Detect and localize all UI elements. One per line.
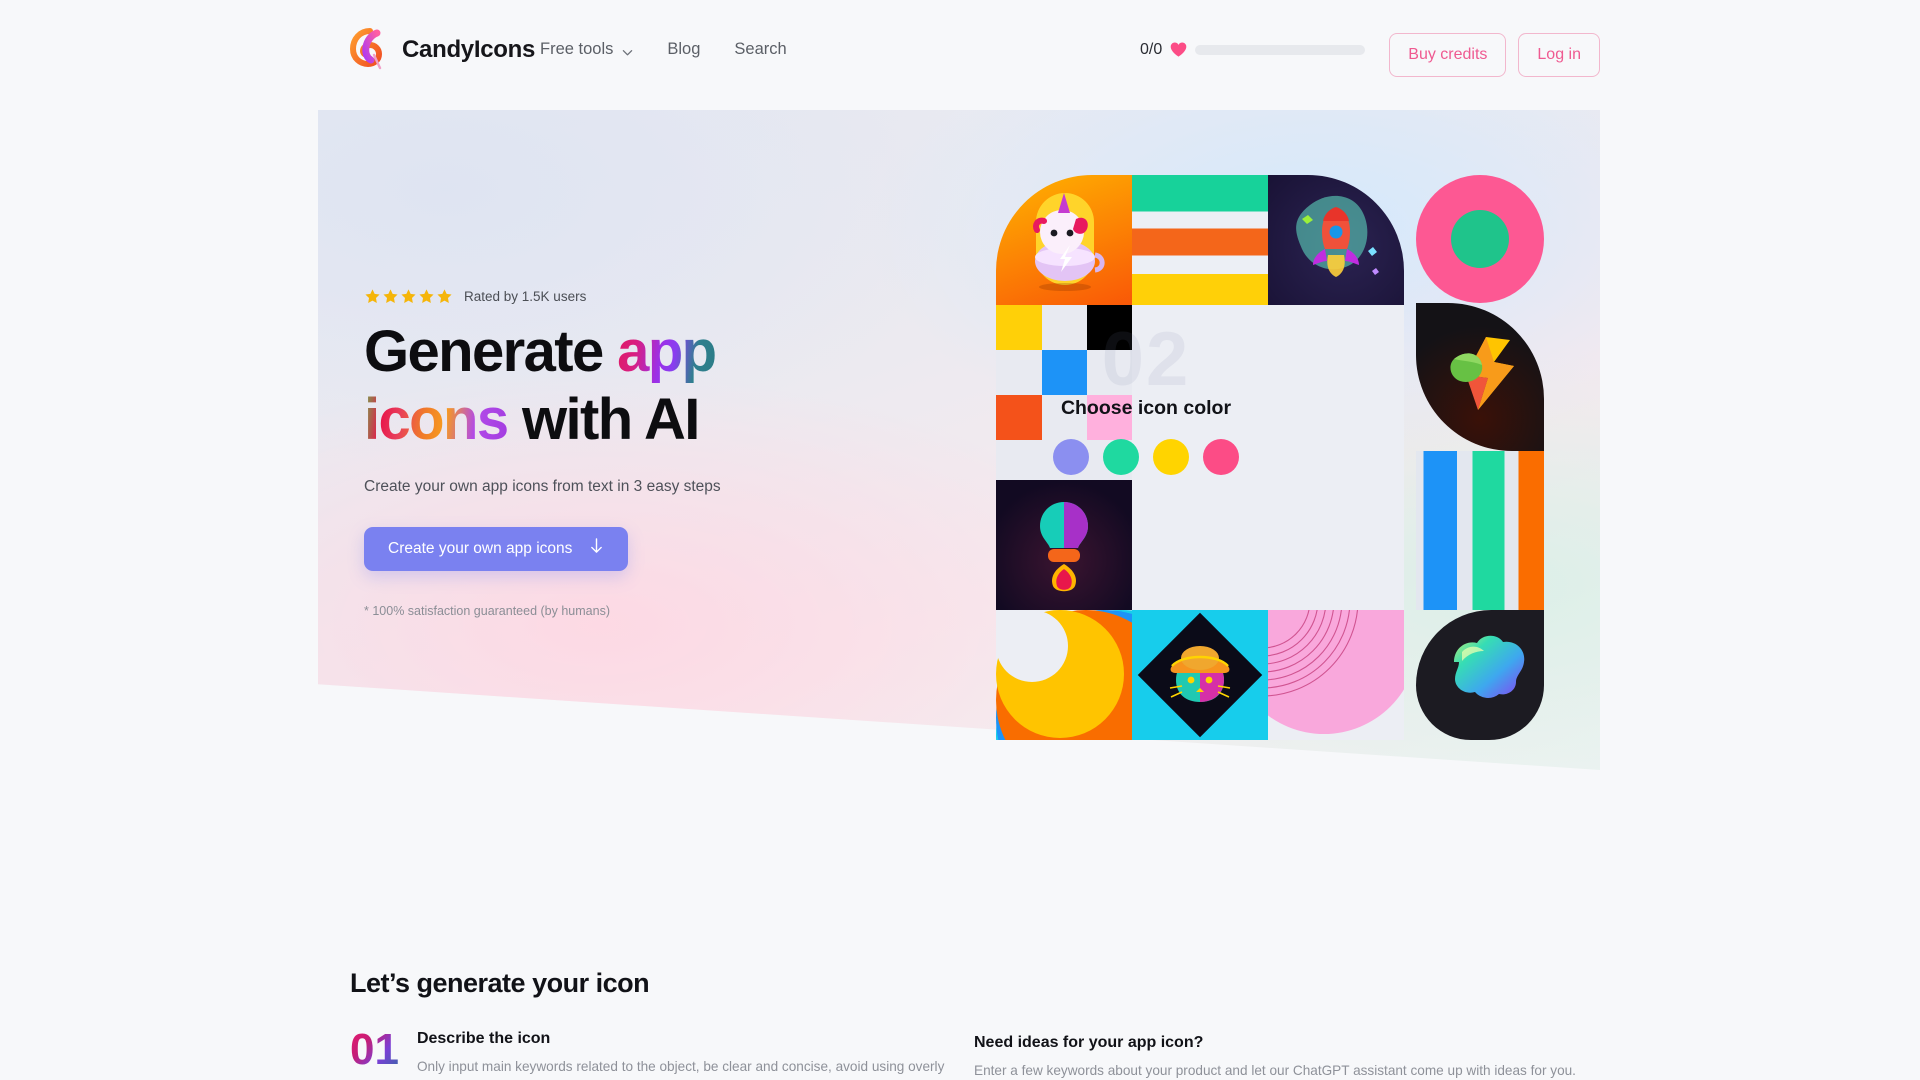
login-button[interactable]: Log in <box>1518 33 1600 77</box>
nav-label: Blog <box>667 40 701 58</box>
nav-item-free-tools[interactable]: Free tools <box>540 40 633 59</box>
nav-label: Free tools <box>540 40 614 58</box>
credits-count: 0/0 <box>1140 40 1163 58</box>
collage-tile-pink-arcs <box>1268 610 1404 740</box>
star-icon <box>437 289 452 303</box>
collage-tile-rocket <box>1268 175 1404 305</box>
color-swatch-green[interactable] <box>1103 439 1139 476</box>
nav-item-search[interactable]: Search <box>734 40 786 59</box>
step-body: Describe the icon Only input main keywor… <box>417 1030 977 1077</box>
headline-accent-app: app <box>617 319 717 384</box>
nav-label: Search <box>734 40 787 58</box>
arrow-down-icon <box>589 538 604 560</box>
lollipop-icon <box>349 28 390 72</box>
collage-tile-pink-donut <box>1416 175 1544 303</box>
collage-tile-lightning <box>1416 303 1544 451</box>
chevron-down-icon <box>622 44 633 56</box>
page-root: CandyIcons Free tools Blog Search 0/0 Bu… <box>0 0 1920 1080</box>
brand-name: CandyIcons <box>402 36 536 63</box>
collage-tile-horizontal-stripes <box>1132 175 1268 305</box>
brand-logo[interactable]: CandyIcons <box>349 28 536 72</box>
collage-tile-rainbow-arc <box>996 610 1132 740</box>
hero-headline: Generate app icons with AI <box>364 322 884 449</box>
buy-credits-button[interactable]: Buy credits <box>1389 33 1507 77</box>
nav-item-blog[interactable]: Blog <box>667 40 700 59</box>
collage-tile-cloud <box>1416 610 1544 740</box>
section-title: Let’s generate your icon <box>350 968 650 998</box>
credits-indicator[interactable]: 0/0 <box>1140 40 1366 59</box>
color-swatch-periwinkle[interactable] <box>1053 439 1089 476</box>
create-icons-button[interactable]: Create your own app icons <box>364 527 629 571</box>
color-swatch-list <box>1053 439 1239 476</box>
step-number: 01 <box>350 1028 399 1077</box>
hero-subtitle: Create your own app icons from text in 3… <box>364 478 721 495</box>
collage-tile-unicorn-cup <box>996 175 1132 305</box>
ideas-description: Enter a few keywords about your product … <box>974 1063 1576 1078</box>
step-description: Only input main keywords related to the … <box>416 1059 945 1074</box>
headline-line-2: icons with AI <box>364 386 884 452</box>
heart-icon <box>1169 40 1188 59</box>
donut-inner-circle <box>1450 209 1510 269</box>
cta-label: Create your own app icons <box>388 540 573 557</box>
rating-row: Rated by 1.5K users <box>364 288 586 305</box>
headline-plain-2: with AI <box>507 386 700 452</box>
star-icon <box>365 289 380 303</box>
star-icon <box>383 289 398 303</box>
step-watermark-02: 02 <box>1101 317 1191 402</box>
main-nav: Free tools Blog Search <box>540 40 787 59</box>
headline-accent-icons: icons <box>364 386 509 452</box>
picker-title: Choose icon color <box>1060 397 1232 420</box>
star-icon <box>401 289 416 303</box>
ideas-panel: Need ideas for your app icon? Enter a fe… <box>974 1034 1576 1078</box>
rating-text: Rated by 1.5K users <box>464 289 587 304</box>
collage-tile-cat <box>1132 610 1268 740</box>
ideas-title: Need ideas for your app icon? <box>974 1034 1204 1051</box>
generate-section-header: Let’s generate your icon <box>350 968 650 999</box>
headline-plain-1: Generate <box>364 319 618 384</box>
choose-icon-color-card: 02 Choose icon color <box>996 317 1296 510</box>
hero-note: * 100% satisfaction guaranteed (by human… <box>364 604 610 618</box>
header-actions: Buy credits Log in <box>1389 33 1600 77</box>
color-swatch-pink[interactable] <box>1203 439 1239 476</box>
collage-tile-vertical-stripes <box>1416 451 1544 610</box>
step-title: Describe the icon <box>416 1030 551 1047</box>
step-item: 01 Describe the icon Only input main key… <box>350 1028 977 1077</box>
credits-progress-bar <box>1195 44 1366 55</box>
color-swatch-yellow[interactable] <box>1153 439 1189 476</box>
star-rating <box>364 288 453 305</box>
site-header: CandyIcons Free tools Blog Search 0/0 Bu… <box>0 0 1920 110</box>
star-icon <box>419 289 434 303</box>
